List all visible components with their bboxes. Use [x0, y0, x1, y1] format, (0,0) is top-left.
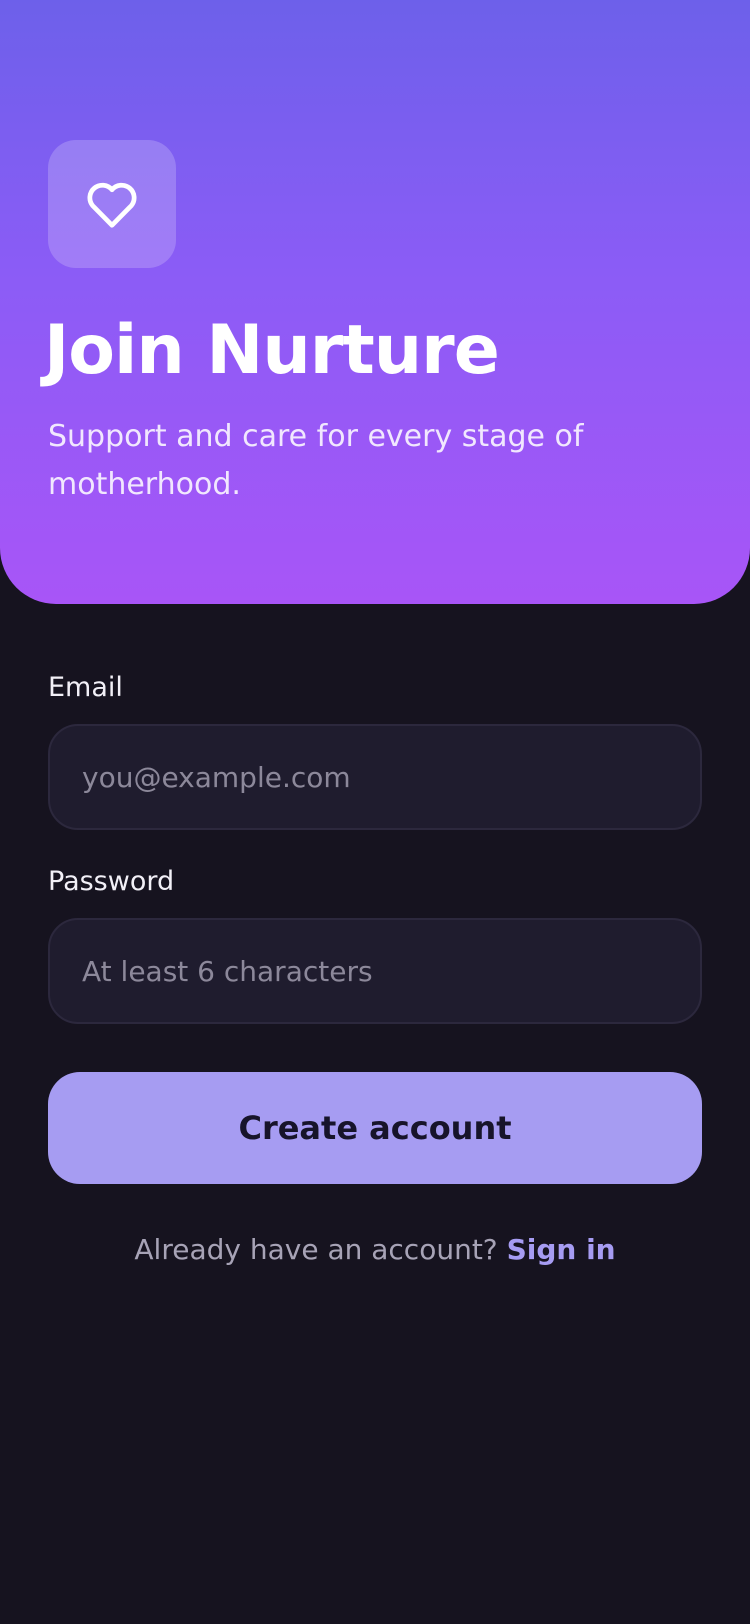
- create-account-button[interactable]: Create account: [48, 1072, 702, 1184]
- heart-icon: [87, 182, 137, 228]
- sign-in-link[interactable]: Sign in: [507, 1233, 616, 1266]
- hero-header: Join Nurture Support and care for every …: [0, 0, 750, 604]
- page-title: Join Nurture: [44, 311, 500, 390]
- signin-prompt-text: Already have an account?: [134, 1233, 498, 1266]
- email-label: Email: [48, 672, 123, 703]
- email-field[interactable]: [48, 724, 702, 830]
- password-label: Password: [48, 866, 175, 897]
- app-logo: [48, 140, 176, 268]
- page-subtitle: Support and care for every stage of moth…: [48, 419, 584, 502]
- signin-prompt: Already have an account? Sign in: [0, 1230, 750, 1270]
- password-field[interactable]: [48, 918, 702, 1024]
